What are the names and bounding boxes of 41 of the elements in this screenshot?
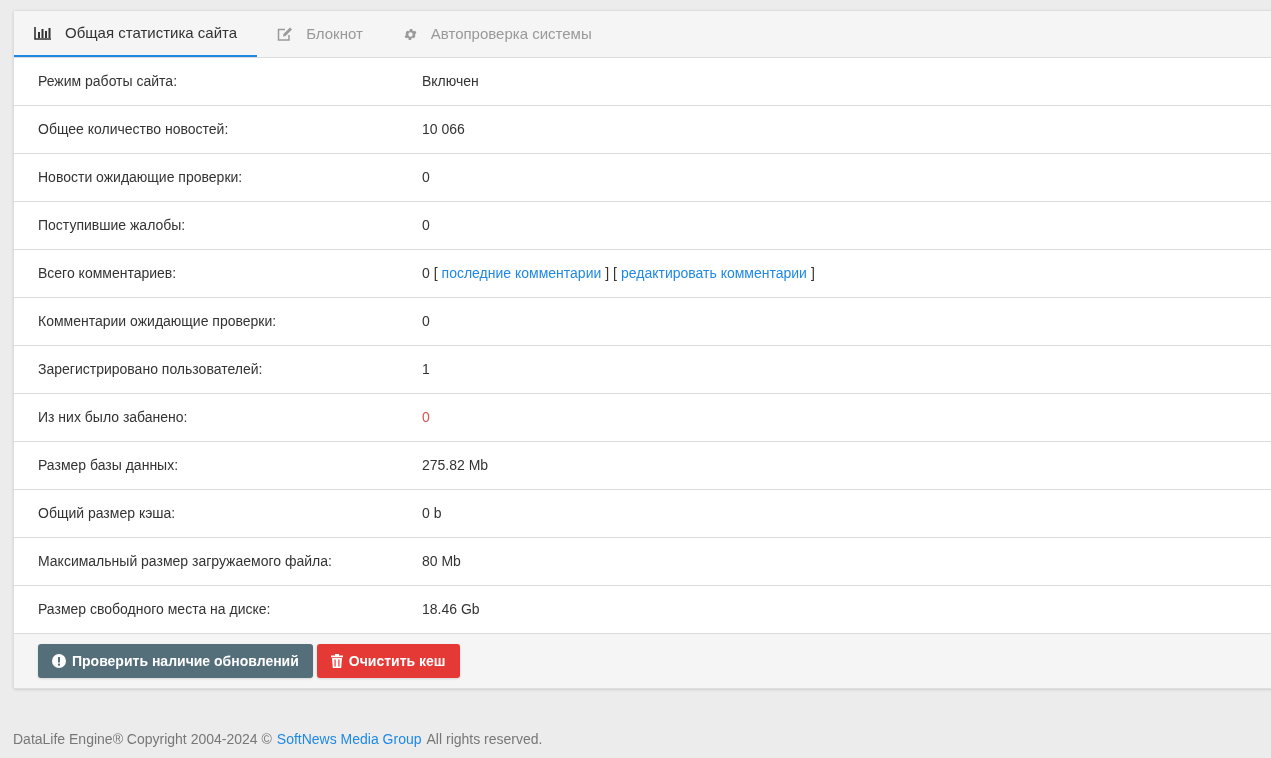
comments-link[interactable]: последние комментарии bbox=[441, 263, 602, 284]
tab[interactable]: Общая статистика сайта bbox=[14, 11, 258, 57]
stat-label: Зарегистрировано пользователей: bbox=[37, 360, 264, 379]
stat-value: 80 Mb bbox=[422, 552, 461, 571]
stat-label: Общий размер кэша: bbox=[37, 504, 177, 523]
settings-icon bbox=[402, 26, 418, 42]
stat-label: Комментарии ожидающие проверки: bbox=[37, 312, 278, 331]
exclamation-circle-icon bbox=[52, 654, 66, 668]
stat-value: 0 [ bbox=[422, 264, 438, 283]
stat-label: Размер базы данных: bbox=[37, 456, 180, 475]
bar-chart-icon bbox=[34, 26, 52, 40]
stat-label: Режим работы сайта: bbox=[37, 72, 179, 91]
stat-value: 18.46 Gb bbox=[422, 600, 480, 619]
tab[interactable]: Автопроверка системы bbox=[382, 11, 612, 57]
stat-label: Поступившие жалобы: bbox=[37, 216, 187, 235]
stat-value: ] bbox=[810, 264, 815, 283]
edit-icon bbox=[277, 26, 294, 42]
company-link[interactable]: SoftNews Media Group bbox=[276, 729, 422, 750]
stat-label: Общее количество новостей: bbox=[37, 120, 230, 139]
stat-value: 0 bbox=[422, 312, 430, 331]
stat-label: Размер свободного места на диске: bbox=[37, 600, 272, 619]
stat-value: 275.82 Mb bbox=[422, 456, 489, 475]
stat-value: 0 bbox=[422, 216, 430, 235]
clear-cache-button[interactable]: Очистить кеш bbox=[316, 644, 460, 678]
stat-value: 1 bbox=[422, 360, 430, 379]
stat-value: 10 066 bbox=[422, 120, 465, 139]
stat-value: 0 bbox=[422, 168, 430, 187]
stat-value: ] [ bbox=[605, 264, 617, 283]
stat-value: Включен bbox=[422, 72, 479, 91]
tab[interactable]: Блокнот bbox=[257, 11, 383, 57]
trash-icon bbox=[330, 654, 343, 668]
stat-value: 0 bbox=[422, 408, 430, 427]
stat-label: Всего комментариев: bbox=[37, 264, 178, 283]
copyright-text: DataLife Engine® Copyright 2004-2024 © bbox=[13, 730, 272, 749]
stat-label: Из них было забанено: bbox=[37, 408, 189, 427]
comments-link[interactable]: редактировать комментарии bbox=[620, 263, 807, 284]
stat-label: Новости ожидающие проверки: bbox=[37, 168, 244, 187]
rights-text: All rights reserved. bbox=[426, 730, 543, 749]
stat-label: Максимальный размер загружаемого файла: bbox=[37, 552, 333, 571]
check-updates-button[interactable]: Проверить наличие обновлений bbox=[38, 644, 313, 678]
stat-value: 0 b bbox=[422, 504, 442, 523]
